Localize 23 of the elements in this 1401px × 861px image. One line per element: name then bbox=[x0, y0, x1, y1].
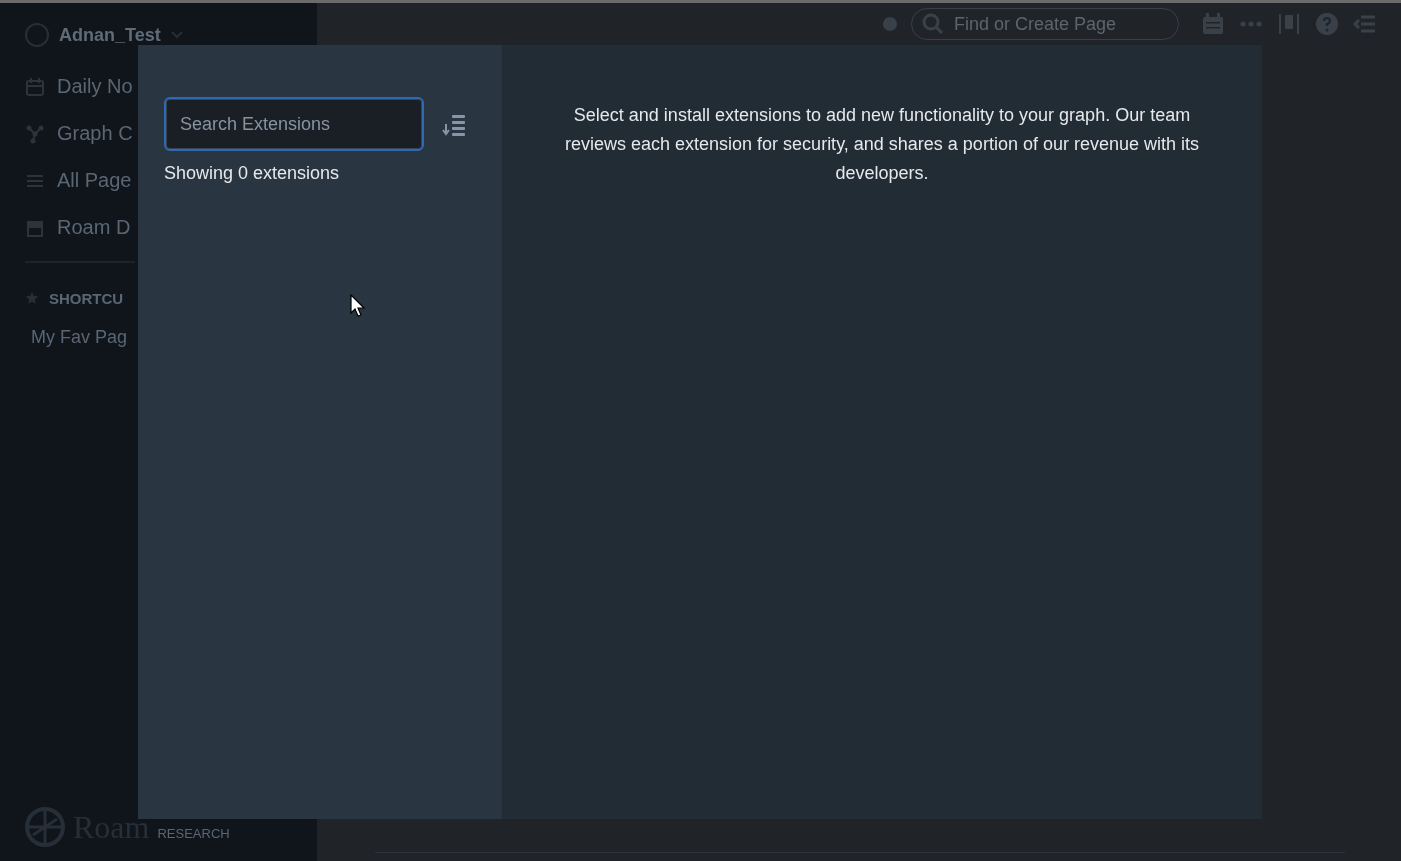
logo-icon bbox=[25, 807, 65, 847]
cursor-icon bbox=[350, 294, 366, 318]
star-icon bbox=[25, 291, 39, 305]
calendar-icon[interactable] bbox=[1201, 12, 1225, 36]
calendar-icon bbox=[25, 76, 45, 97]
description-text: Select and install extensions to add new functionality to your graph. Our team reviews each extension for security, and shares a portion of our revenue with its developers. bbox=[564, 104, 1200, 185]
shortcuts-heading: SHORTCU bbox=[49, 289, 124, 307]
shortcut-item[interactable]: My Fav Pag bbox=[31, 327, 128, 348]
sidebar-item[interactable]: All Page bbox=[57, 169, 132, 192]
user-name[interactable]: Adnan_Test bbox=[59, 24, 161, 46]
help-icon[interactable] bbox=[1315, 12, 1339, 36]
avatar[interactable] bbox=[25, 23, 49, 47]
sort-icon[interactable] bbox=[442, 112, 466, 136]
result-count: Showing 0 extensions bbox=[164, 163, 341, 184]
sidebar-item[interactable]: Roam D bbox=[57, 216, 131, 239]
sidebar-panel-icon[interactable] bbox=[1277, 12, 1301, 36]
graph-icon bbox=[25, 123, 45, 144]
logo-tagline: RESEARCH bbox=[157, 826, 230, 841]
chevron-down-icon[interactable] bbox=[170, 31, 183, 39]
search-field[interactable]: Search Extensions bbox=[164, 97, 424, 151]
search-icon bbox=[922, 13, 944, 35]
sidebar-item[interactable]: Daily No bbox=[57, 75, 133, 98]
sidebar-item[interactable]: Graph C bbox=[57, 122, 133, 145]
